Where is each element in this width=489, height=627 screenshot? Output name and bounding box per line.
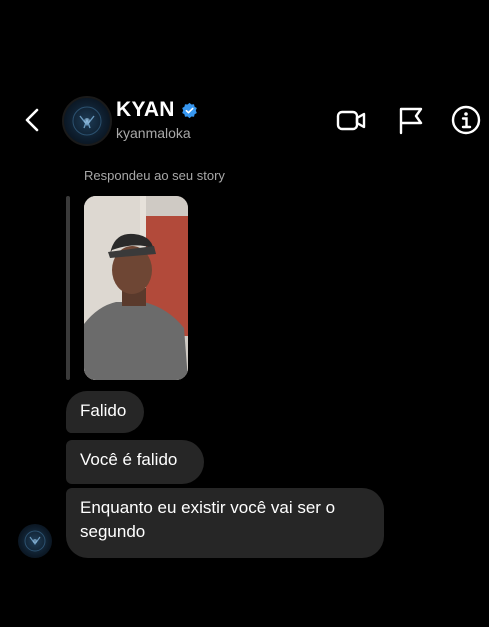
story-thumbnail[interactable] <box>84 196 188 380</box>
chat-header: KYAN kyanmaloka <box>0 88 489 152</box>
message-text: Você é falido <box>80 450 178 469</box>
dm-screen: KYAN kyanmaloka Respondeu ao seu story F… <box>0 0 489 627</box>
info-icon[interactable] <box>450 104 482 136</box>
story-reply-note: Respondeu ao seu story <box>84 168 225 183</box>
video-call-icon[interactable] <box>335 104 367 136</box>
story-reply-bar <box>66 196 70 380</box>
message-bubble[interactable]: Você é falido <box>66 440 204 484</box>
message-text: Enquanto eu existir você vai ser o segun… <box>80 498 336 541</box>
flag-icon[interactable] <box>395 104 427 136</box>
message-bubble[interactable]: Enquanto eu existir você vai ser o segun… <box>66 488 384 558</box>
contact-username: kyanmaloka <box>116 125 191 141</box>
message-text: Falido <box>80 401 127 420</box>
contact-name: KYAN <box>116 98 175 121</box>
sender-avatar[interactable] <box>18 524 52 558</box>
contact-name-row[interactable]: KYAN <box>116 98 198 122</box>
back-icon[interactable] <box>20 106 46 134</box>
message-bubble[interactable]: Falido <box>66 391 144 433</box>
contact-avatar[interactable] <box>62 96 112 146</box>
verified-badge-icon <box>181 102 197 118</box>
